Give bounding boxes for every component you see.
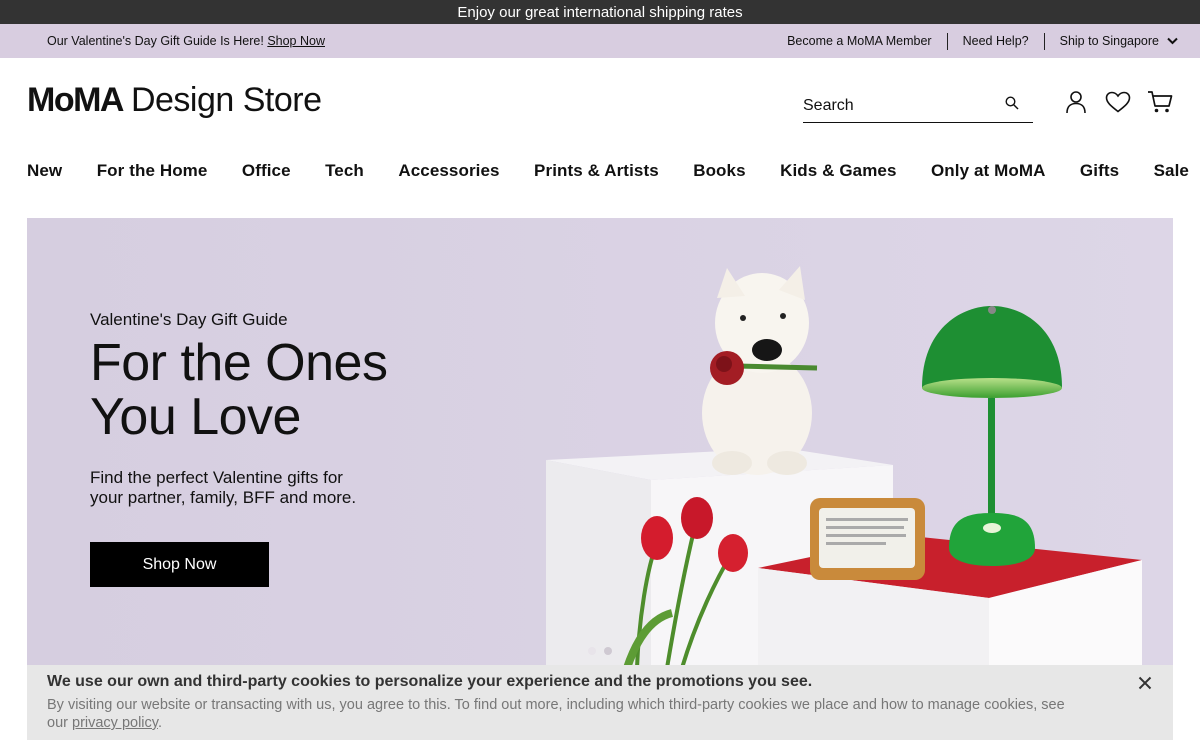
ship-to-label: Ship to Singapore: [1059, 33, 1159, 48]
nav-item-sale[interactable]: Sale: [1154, 161, 1189, 181]
site-header: MoMA Design Store: [0, 58, 1200, 142]
nav-item-kids-games[interactable]: Kids & Games: [780, 161, 896, 181]
carousel-dot-2[interactable]: [604, 647, 612, 655]
promo-message: Our Valentine's Day Gift Guide Is Here! …: [47, 34, 325, 48]
cookie-title: We use our own and third-party cookies t…: [47, 673, 813, 690]
account-icon[interactable]: [1063, 89, 1089, 115]
nav-item-books[interactable]: Books: [693, 161, 745, 181]
cookie-body-text: By visiting our website or transacting w…: [47, 697, 1065, 731]
hero-eyebrow: Valentine's Day Gift Guide: [90, 310, 288, 329]
hero-title: For the Ones You Love: [90, 334, 388, 446]
hero-subtitle: Find the perfect Valentine gifts for you…: [90, 468, 357, 507]
header-actions: [803, 77, 1173, 123]
logo-design-store: Design Store: [130, 80, 322, 119]
help-link[interactable]: Need Help?: [946, 32, 1044, 50]
chevron-down-icon: [1167, 37, 1178, 45]
nav-item-accessories[interactable]: Accessories: [398, 161, 499, 181]
hero-shop-now-button[interactable]: Shop Now: [90, 542, 269, 587]
main-navigation: New For the Home Office Tech Accessories…: [0, 142, 1200, 200]
nav-item-office[interactable]: Office: [242, 161, 291, 181]
logo-moma: MoMA: [27, 80, 124, 119]
carousel-dots: [588, 647, 612, 655]
carousel-dot-1[interactable]: [588, 647, 596, 655]
promo-bar: Our Valentine's Day Gift Guide Is Here! …: [0, 24, 1200, 58]
nav-item-only-at-moma[interactable]: Only at MoMA: [931, 161, 1046, 181]
utility-links: Become a MoMA Member Need Help? Ship to …: [787, 32, 1178, 50]
hero-banner: Valentine's Day Gift Guide For the Ones …: [27, 218, 1173, 668]
nav-item-new[interactable]: New: [27, 161, 62, 181]
nav-item-for-the-home[interactable]: For the Home: [97, 161, 208, 181]
promo-text: Our Valentine's Day Gift Guide Is Here!: [47, 34, 264, 48]
cookie-banner: We use our own and third-party cookies t…: [27, 665, 1173, 740]
hero-content: Valentine's Day Gift Guide For the Ones …: [90, 310, 450, 587]
close-icon[interactable]: [1135, 673, 1155, 693]
search-bar: [803, 89, 1033, 123]
promo-shop-now-link[interactable]: Shop Now: [267, 34, 325, 48]
shipping-banner-text: Enjoy our great international shipping r…: [457, 3, 743, 21]
search-icon[interactable]: [1005, 96, 1019, 115]
store-logo[interactable]: MoMA Design Store: [27, 81, 322, 120]
shipping-banner: Enjoy our great international shipping r…: [0, 0, 1200, 24]
search-input[interactable]: [803, 96, 983, 115]
header-icons: [1063, 89, 1173, 115]
cookie-body: By visiting our website or transacting w…: [47, 696, 1077, 732]
nav-item-tech[interactable]: Tech: [325, 161, 364, 181]
ship-to-selector[interactable]: Ship to Singapore: [1043, 32, 1178, 50]
nav-item-prints-artists[interactable]: Prints & Artists: [534, 161, 659, 181]
cookie-period: .: [157, 715, 162, 731]
cart-icon[interactable]: [1147, 89, 1173, 115]
wishlist-heart-icon[interactable]: [1105, 89, 1131, 115]
nav-item-gifts[interactable]: Gifts: [1080, 161, 1119, 181]
membership-link[interactable]: Become a MoMA Member: [787, 33, 947, 50]
privacy-policy-link[interactable]: privacy policy: [72, 715, 158, 731]
